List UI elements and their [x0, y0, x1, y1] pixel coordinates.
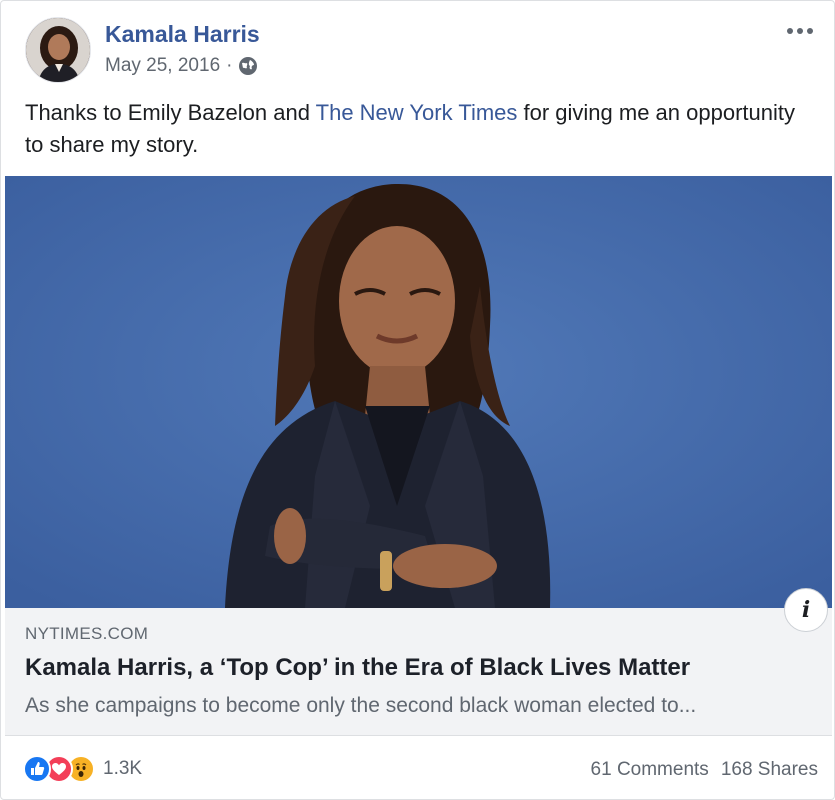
info-button[interactable]: i [784, 588, 828, 632]
comments-count[interactable]: 61 Comments [591, 759, 709, 781]
date-separator: · [226, 55, 233, 76]
shares-count[interactable]: 168 Shares [721, 759, 818, 781]
link-preview-card[interactable]: NYTIMES.COM Kamala Harris, a ‘Top Cop’ i… [5, 608, 832, 736]
message-text-before: Thanks to Emily Bazelon and [25, 100, 316, 125]
link-preview-image[interactable] [5, 176, 832, 608]
author-name[interactable]: Kamala Harris [105, 21, 260, 48]
more-dot [797, 28, 803, 34]
link-domain: NYTIMES.COM [25, 624, 149, 643]
link-title[interactable]: Kamala Harris, a ‘Top Cop’ in the Era of… [25, 654, 815, 682]
globe-icon[interactable] [238, 56, 258, 76]
facebook-post: Kamala Harris May 25, 2016 · Thanks to E… [0, 0, 835, 800]
portrait-photo [5, 176, 832, 608]
post-meta: May 25, 2016 · [105, 55, 258, 77]
avatar-image [26, 18, 90, 82]
avatar[interactable] [25, 17, 91, 83]
reactions-summary[interactable]: 1.3K [23, 755, 142, 783]
post-message: Thanks to Emily Bazelon and The New York… [25, 97, 805, 161]
link-description: As she campaigns to become only the seco… [25, 694, 697, 717]
post-date[interactable]: May 25, 2016 [105, 55, 220, 77]
more-dot [807, 28, 813, 34]
more-dot [787, 28, 793, 34]
post-footer: 1.3K 61 Comments 168 Shares [23, 753, 818, 789]
more-options-icon[interactable] [785, 21, 815, 41]
message-link-nyt[interactable]: The New York Times [316, 100, 518, 125]
post-stats: 61 Comments 168 Shares [591, 759, 818, 781]
reaction-count: 1.3K [103, 758, 143, 779]
post-header: Kamala Harris May 25, 2016 · [25, 17, 815, 85]
like-icon [23, 755, 51, 783]
